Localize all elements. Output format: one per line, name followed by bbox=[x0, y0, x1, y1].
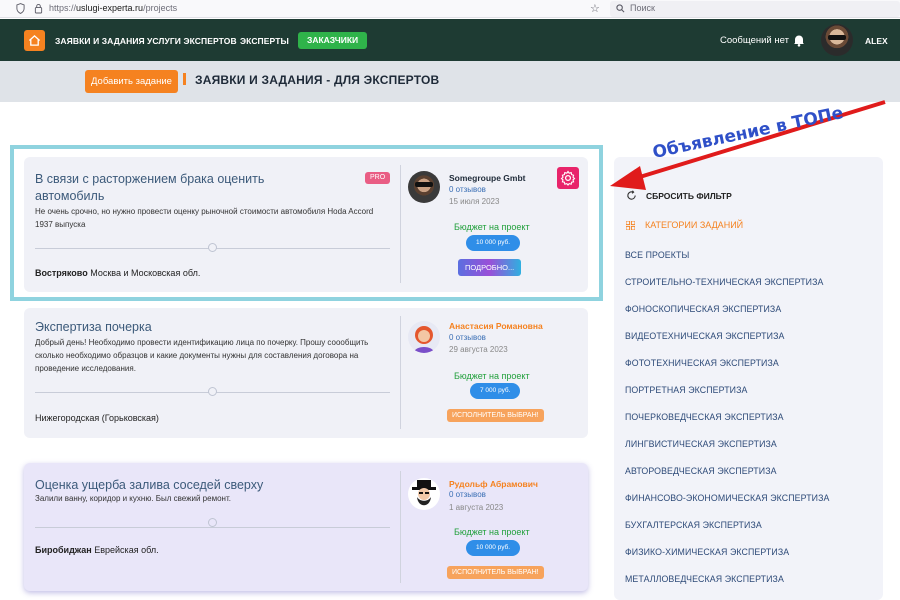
search-placeholder: Поиск bbox=[630, 3, 655, 13]
category-item[interactable]: ФОНОСКОПИЧЕСКАЯ ЭКСПЕРТИЗА bbox=[625, 304, 781, 314]
categories-label: КАТЕГОРИИ ЗАДАНИЙ bbox=[645, 220, 744, 230]
add-task-button[interactable]: Добавить задание bbox=[85, 70, 178, 93]
task-card[interactable]: В связи с расторжением брака оценить авт… bbox=[24, 157, 588, 292]
task-location: Востряково Москва и Московская обл. bbox=[35, 268, 200, 278]
category-item[interactable]: ФОТОТЕХНИЧЕСКАЯ ЭКСПЕРТИЗА bbox=[625, 358, 779, 368]
bell-icon[interactable] bbox=[792, 33, 806, 47]
category-item[interactable]: МЕТАЛЛОВЕДЧЕСКАЯ ЭКСПЕРТИЗА bbox=[625, 574, 784, 584]
task-location: Биробиджан Еврейская обл. bbox=[35, 545, 159, 555]
task-description: Добрый день! Необходимо провести идентиф… bbox=[35, 338, 369, 373]
divider-dot bbox=[208, 518, 217, 527]
categories-heading: КАТЕГОРИИ ЗАДАНИЙ bbox=[626, 220, 743, 230]
budget-amount: 10 000 руб. bbox=[466, 540, 521, 556]
budget-amount: 7 000 руб. bbox=[470, 383, 521, 399]
category-item[interactable]: БУХГАЛТЕРСКАЯ ЭКСПЕРТИЗА bbox=[625, 520, 762, 530]
author-reviews[interactable]: 0 отзывов bbox=[449, 333, 486, 342]
budget-label: Бюджет на проект bbox=[454, 527, 530, 537]
shield-icon[interactable] bbox=[16, 3, 25, 14]
grid-icon bbox=[626, 220, 635, 230]
author-avatar[interactable] bbox=[408, 321, 440, 353]
search-icon bbox=[616, 4, 625, 13]
author-name[interactable]: Анастасия Романовна bbox=[449, 321, 543, 331]
user-avatar[interactable] bbox=[821, 24, 853, 56]
promote-settings-button[interactable] bbox=[557, 167, 579, 189]
author-reviews[interactable]: 0 отзывов bbox=[449, 185, 486, 194]
category-item[interactable]: ФИЗИКО-ХИМИЧЕСКАЯ ЭКСПЕРТИЗА bbox=[625, 547, 789, 557]
nav-item-services[interactable]: УСЛУГИ ЭКСПЕРТОВ bbox=[147, 36, 237, 46]
address-bar[interactable]: https://uslugi-experta.ru/projects bbox=[49, 3, 177, 13]
category-item[interactable]: ВСЕ ПРОЕКТЫ bbox=[625, 250, 689, 260]
task-date: 29 августа 2023 bbox=[449, 345, 508, 354]
author-avatar[interactable] bbox=[408, 171, 440, 203]
category-item[interactable]: ПОЧЕРКОВЕДЧЕСКАЯ ЭКСПЕРТИЗА bbox=[625, 412, 784, 422]
task-date: 1 августа 2023 bbox=[449, 503, 504, 512]
url-domain: uslugi-experta.ru bbox=[76, 3, 144, 13]
pro-badge: PRO bbox=[365, 172, 391, 184]
task-card[interactable]: Оценка ущерба залива соседей сверху Зали… bbox=[24, 463, 588, 591]
author-avatar[interactable] bbox=[408, 478, 440, 510]
avatar-man-hat-icon bbox=[412, 480, 436, 506]
arrow-annotation bbox=[610, 100, 886, 190]
executor-chosen-badge: ИСПОЛНИТЕЛЬ ВЫБРАН! bbox=[447, 409, 544, 422]
nav-item-requests[interactable]: ЗАЯВКИ И ЗАДАНИЯ bbox=[55, 36, 145, 46]
author-name[interactable]: Somegroupe Gmbt bbox=[449, 173, 526, 183]
divider-dot bbox=[208, 243, 217, 252]
category-item[interactable]: ЛИНГВИСТИЧЕСКАЯ ЭКСПЕРТИЗА bbox=[625, 439, 777, 449]
top-navigation: ЗАЯВКИ И ЗАДАНИЯ УСЛУГИ ЭКСПЕРТОВ ЭКСПЕР… bbox=[0, 19, 900, 61]
task-card[interactable]: Экспертиза почерка Добрый день! Необходи… bbox=[24, 308, 588, 438]
task-description: Не очень срочно, но нужно провести оценк… bbox=[35, 207, 374, 229]
task-title[interactable]: В связи с расторжением брака оценить авт… bbox=[35, 171, 264, 205]
task-description: Залили ванну, коридор и кухню. Был свежи… bbox=[35, 494, 231, 503]
author-name[interactable]: Рудольф Абрамович bbox=[449, 479, 538, 489]
task-title-line: В связи с расторжением брака оценить bbox=[35, 172, 265, 186]
category-item[interactable]: ФИНАНСОВО-ЭКОНОМИЧЕСКАЯ ЭКСПЕРТИЗА bbox=[625, 493, 829, 503]
nav-item-experts[interactable]: ЭКСПЕРТЫ bbox=[240, 36, 289, 46]
vertical-divider bbox=[400, 165, 401, 283]
task-location: Нижегородская (Горьковская) bbox=[35, 413, 159, 423]
star-icon[interactable]: ☆ bbox=[590, 2, 600, 15]
location-city: Востряково bbox=[35, 268, 88, 278]
location-city: Биробиджан bbox=[35, 545, 92, 555]
url-scheme: https:// bbox=[49, 3, 77, 13]
budget-label: Бюджет на проект bbox=[454, 222, 530, 232]
lock-icon[interactable] bbox=[34, 3, 43, 14]
location-region: Нижегородская (Горьковская) bbox=[35, 413, 159, 423]
url-path: /projects bbox=[143, 3, 178, 13]
category-item[interactable]: АВТОРОВЕДЧЕСКАЯ ЭКСПЕРТИЗА bbox=[625, 466, 777, 476]
title-marker bbox=[183, 73, 186, 85]
category-item[interactable]: ПОРТРЕТНАЯ ЭКСПЕРТИЗА bbox=[625, 385, 747, 395]
home-button[interactable] bbox=[24, 30, 45, 51]
category-item[interactable]: СТРОИТЕЛЬНО-ТЕХНИЧЕСКАЯ ЭКСПЕРТИЗА bbox=[625, 277, 823, 287]
page-title: ЗАЯВКИ И ЗАДАНИЯ - ДЛЯ ЭКСПЕРТОВ bbox=[195, 73, 440, 87]
task-date: 15 июля 2023 bbox=[449, 197, 500, 206]
divider-dot bbox=[208, 387, 217, 396]
divider bbox=[35, 527, 390, 528]
details-button[interactable]: ПОДРОБНО... bbox=[458, 259, 522, 276]
user-name[interactable]: ALEX bbox=[865, 36, 888, 46]
home-icon bbox=[28, 34, 41, 46]
executor-chosen-badge: ИСПОЛНИТЕЛЬ ВЫБРАН! bbox=[447, 566, 544, 579]
vertical-divider bbox=[400, 471, 401, 583]
vertical-divider bbox=[400, 316, 401, 429]
nav-item-customers[interactable]: ЗАКАЗЧИКИ bbox=[298, 32, 368, 49]
messages-status[interactable]: Сообщений нет bbox=[720, 35, 789, 46]
browser-toolbar: https://uslugi-experta.ru/projects ☆ Пои… bbox=[0, 0, 900, 18]
category-item[interactable]: ВИДЕОТЕХНИЧЕСКАЯ ЭКСПЕРТИЗА bbox=[625, 331, 784, 341]
filter-sidebar: СБРОСИТЬ ФИЛЬТР КАТЕГОРИИ ЗАДАНИЙ ВСЕ ПР… bbox=[614, 157, 883, 600]
browser-search-input[interactable]: Поиск bbox=[610, 1, 900, 17]
budget-label: Бюджет на проект bbox=[454, 371, 530, 381]
author-reviews[interactable]: 0 отзывов bbox=[449, 490, 486, 499]
gear-icon bbox=[560, 170, 576, 186]
task-title[interactable]: Экспертиза почерка bbox=[35, 319, 152, 336]
location-region: Москва и Московская обл. bbox=[87, 268, 201, 278]
avatar-woman-icon bbox=[414, 326, 434, 353]
location-region: Еврейская обл. bbox=[91, 545, 159, 555]
budget-amount: 10 000 руб. bbox=[466, 235, 521, 251]
task-title-line: автомобиль bbox=[35, 189, 105, 203]
